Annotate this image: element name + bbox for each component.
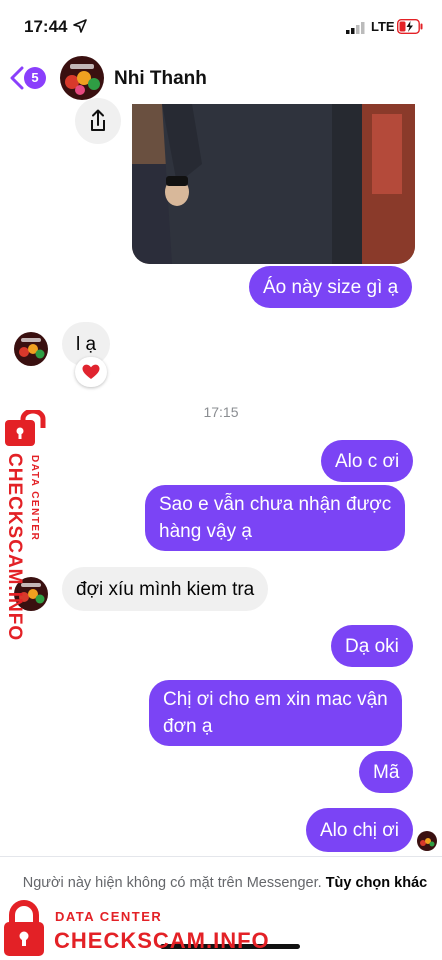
lock-icon <box>4 900 44 956</box>
message-bubble-out[interactable]: Sao e vẫn chưa nhận được hàng vậy ạ <box>145 485 406 551</box>
watermark-brand: CHECKSCAM.INFO <box>54 928 270 953</box>
footer-divider <box>0 856 442 857</box>
chat-header: 5 Nhi Thanh <box>0 52 442 104</box>
message-text: Alo chị ơi <box>320 819 399 841</box>
message-bubble-out[interactable]: Dạ oki <box>331 625 413 667</box>
message-bubble-out[interactable]: Chị ơi cho em xin mac vận đơn ạ <box>149 680 402 746</box>
message-text-line: hàng vậy ạ <box>159 521 252 542</box>
message-text: Áo này size gì ạ <box>263 276 399 298</box>
watermark-sub: DATA CENTER <box>29 455 40 542</box>
watermark-sub: DATA CENTER <box>55 909 163 924</box>
message-bubble-out[interactable]: Alo chị ơi <box>306 808 413 852</box>
message-text: l ạ <box>76 333 97 355</box>
message-text: Alo c ơi <box>335 450 400 472</box>
unread-count-badge[interactable]: 5 <box>24 67 46 89</box>
notice-text: Người này hiện không có mặt trên Messeng… <box>22 875 322 891</box>
battery-charging-icon <box>397 19 423 34</box>
watermark-brand: CHECKSCAM.INFO <box>4 453 25 642</box>
lock-icon <box>5 410 46 446</box>
message-bubble-out[interactable]: Alo c ơi <box>321 440 414 482</box>
shared-photo[interactable] <box>132 104 415 264</box>
status-bar: 17:44 LTE <box>0 0 442 52</box>
message-text-line: Chị ơi cho em xin mac vận <box>163 689 388 710</box>
status-time: 17:44 <box>24 17 68 36</box>
message-text: Dạ oki <box>345 635 399 657</box>
heart-icon <box>82 364 100 379</box>
message-text-line: Sao e vẫn chưa nhận được <box>159 494 392 515</box>
timestamp: 17:15 <box>203 404 239 420</box>
message-bubble-out[interactable]: Áo này size gì ạ <box>249 266 413 308</box>
location-arrow-icon <box>73 19 87 33</box>
back-chevron-icon[interactable] <box>9 66 25 90</box>
message-text-line: đơn ạ <box>163 716 213 737</box>
contact-avatar-small[interactable] <box>14 332 48 366</box>
signal-icon <box>346 22 365 34</box>
network-type: LTE <box>371 19 395 34</box>
message-bubble-in[interactable]: đợi xíu mình kiem tra <box>62 567 269 611</box>
read-receipt-avatar <box>417 831 437 851</box>
offline-notice: Người này hiện không có mặt trên Messeng… <box>20 872 430 894</box>
more-options-link[interactable]: Tùy chọn khác <box>326 875 428 891</box>
heart-reaction[interactable] <box>75 357 107 387</box>
share-button[interactable] <box>75 98 121 144</box>
message-text: đợi xíu mình kiem tra <box>76 578 255 600</box>
contact-avatar[interactable] <box>60 56 104 100</box>
message-text: Mã <box>373 761 400 783</box>
share-icon <box>91 109 105 131</box>
contact-name[interactable]: Nhi Thanh <box>114 68 207 90</box>
message-bubble-out[interactable]: Mã <box>359 751 414 793</box>
